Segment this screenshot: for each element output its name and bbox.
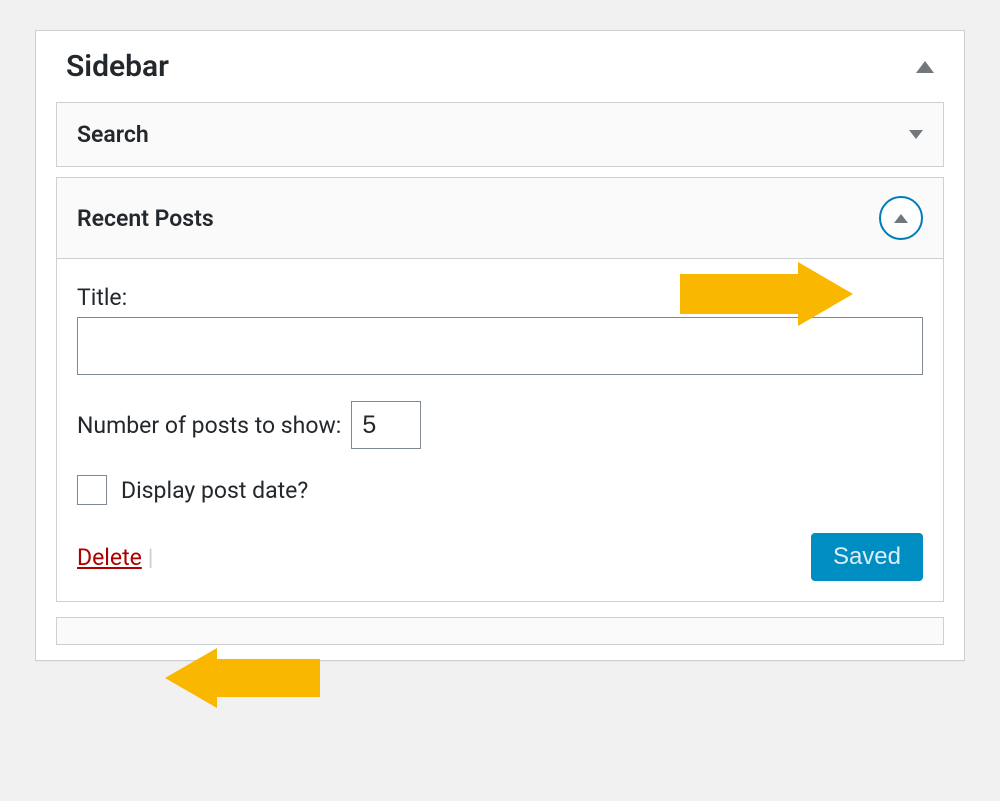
- widget-recent-posts-header[interactable]: Recent Posts: [57, 178, 943, 259]
- widget-recent-posts-title: Recent Posts: [77, 205, 214, 232]
- sidebar-title: Sidebar: [66, 49, 169, 84]
- widget-placeholder: [56, 617, 944, 645]
- widget-toggle-button[interactable]: [879, 196, 923, 240]
- widget-recent-posts-body: Title: Number of posts to show: Display …: [57, 259, 943, 601]
- widget-search: Search: [56, 102, 944, 167]
- saved-button[interactable]: Saved: [811, 533, 923, 581]
- display-date-label: Display post date?: [121, 477, 308, 504]
- widget-search-header[interactable]: Search: [57, 103, 943, 166]
- sidebar-panel: Sidebar Search Recent Posts Title: Numbe…: [35, 30, 965, 661]
- collapse-icon: [916, 61, 934, 73]
- display-date-checkbox[interactable]: [77, 475, 107, 505]
- collapse-icon: [894, 214, 908, 223]
- widget-search-title: Search: [77, 121, 149, 148]
- num-posts-label: Number of posts to show:: [77, 412, 341, 439]
- num-posts-input[interactable]: [351, 401, 421, 449]
- sidebar-panel-header[interactable]: Sidebar: [36, 31, 964, 102]
- expand-icon: [909, 130, 923, 139]
- separator: |: [148, 544, 154, 571]
- delete-link[interactable]: Delete: [77, 544, 142, 571]
- widget-recent-posts: Recent Posts Title: Number of posts to s…: [56, 177, 944, 602]
- title-label: Title:: [77, 284, 923, 311]
- title-input[interactable]: [77, 317, 923, 375]
